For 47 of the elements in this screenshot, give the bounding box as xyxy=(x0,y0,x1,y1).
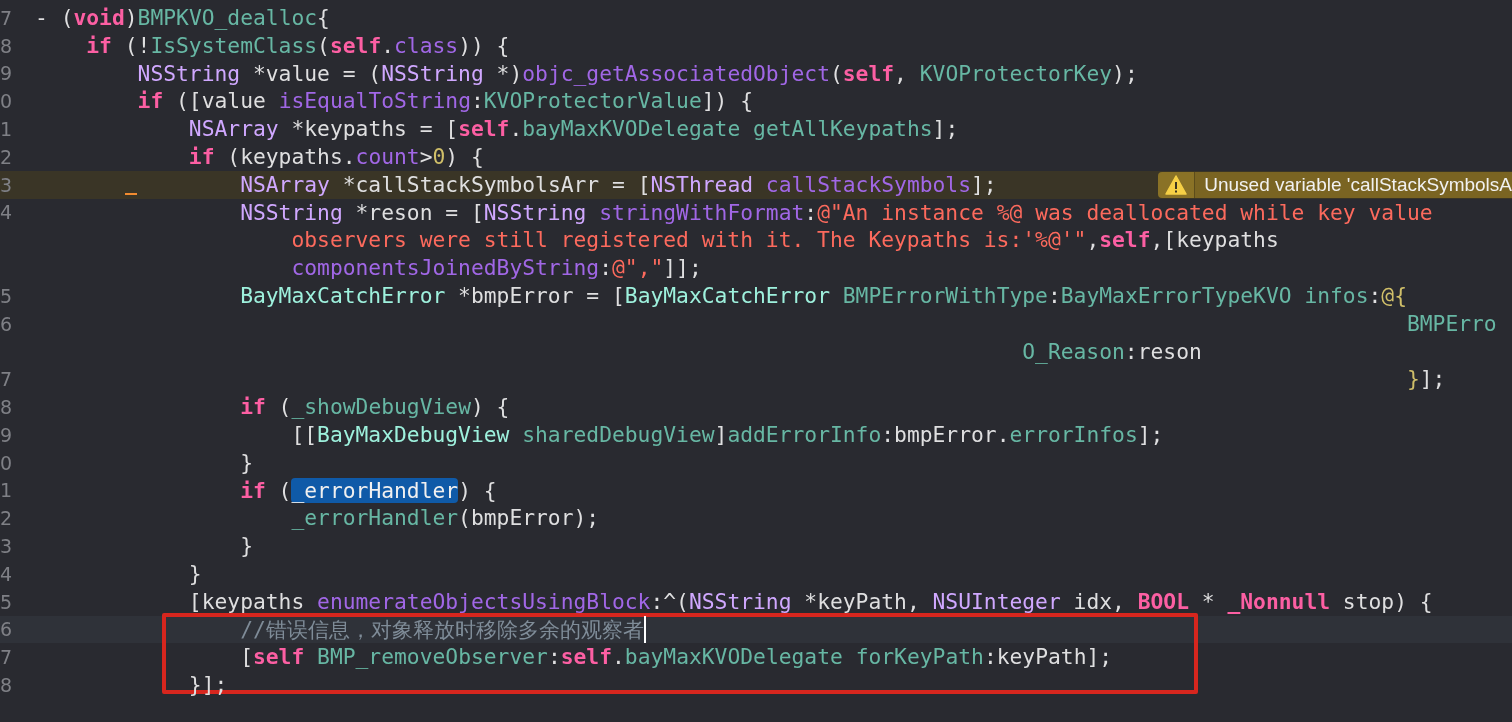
line-number: 5 xyxy=(0,284,12,307)
code-line: if (!IsSystemClass(self.class)) { xyxy=(86,31,510,60)
line-number: 7 xyxy=(0,646,12,669)
line-number: 9 xyxy=(0,423,12,446)
line-number: 5 xyxy=(0,590,12,613)
code-line: [self BMP_removeObserver:self.bayMaxKVODelegate forKeyPath:keyPath]; xyxy=(240,643,1113,672)
code-comment: //错误信息，对象释放时移除多余的观察者 xyxy=(240,615,646,644)
line-number: 8 xyxy=(0,396,12,419)
code-line: BMPErro xyxy=(1406,309,1497,338)
warning-marker xyxy=(124,192,137,195)
code-line: } xyxy=(240,448,253,477)
code-line: [[BayMaxDebugView sharedDebugView]addErrorInfo:bmpError.errorInfos]; xyxy=(291,420,1164,449)
line-number: 0 xyxy=(0,451,12,474)
line-number: 1 xyxy=(0,118,12,141)
code-line: - (void)BMPKVO_dealloc{ xyxy=(35,4,330,32)
code-line: if (_errorHandler) { xyxy=(240,476,497,505)
code-line: NSString *reson = [NSString stringWithFormat:@"An instance %@ was deallocated while key value xyxy=(240,198,1433,227)
code-line: } xyxy=(188,559,202,588)
line-number: 1 xyxy=(0,479,12,502)
code-line: NSArray *keypaths = [self.bayMaxKVODelegate getAllKeypaths]; xyxy=(188,115,959,143)
line-number: 8 xyxy=(0,34,12,57)
code-line: if ([value isEqualToString:KVOProtectorValue]) { xyxy=(137,87,754,116)
code-line: NSString *value = (NSString *)objc_getAssociatedObject(self, KVOProtectorKey); xyxy=(137,59,1138,88)
code-line: if (keypaths.count>0) { xyxy=(188,143,484,171)
code-line: if (_showDebugView) { xyxy=(240,393,510,421)
code-line: [keypaths enumerateObjectsUsingBlock:^(NSString *keyPath, NSUInteger idx, BOOL * _Nonnull stop) { xyxy=(188,587,1433,616)
code-line: _errorHandler(bmpError); xyxy=(291,504,600,533)
line-number: 7 xyxy=(0,6,12,29)
line-number: 0 xyxy=(0,90,12,113)
line-number: 2 xyxy=(0,507,12,530)
line-number: 3 xyxy=(0,173,12,196)
code-line: }]; xyxy=(1406,365,1446,394)
line-number: 9 xyxy=(0,62,12,85)
code-line: } xyxy=(240,532,253,560)
code-line: O_Reason:reson xyxy=(1022,337,1202,366)
code-line: NSArray *callStackSymbolsArr = [NSThread callStackSymbols]; xyxy=(240,170,997,199)
line-number: 2 xyxy=(0,145,12,168)
code-line: componentsJoinedByString:@","]]; xyxy=(291,254,702,282)
line-number: 4 xyxy=(0,562,12,585)
code-line: BayMaxCatchError *bmpError = [BayMaxCatchError BMPErrorWithType:BayMaxErrorTypeKVO infos:@{ xyxy=(240,281,1407,310)
line-number: 4 xyxy=(0,201,12,224)
line-number: 6 xyxy=(0,618,12,641)
code-line: observers were still registered with it. The Keypaths is:'%@'",self,[keypaths xyxy=(291,226,1279,255)
line-number: 8 xyxy=(0,674,12,696)
line-number: 6 xyxy=(0,312,12,335)
line-number: 7 xyxy=(0,368,12,391)
line-number: 3 xyxy=(0,535,12,558)
